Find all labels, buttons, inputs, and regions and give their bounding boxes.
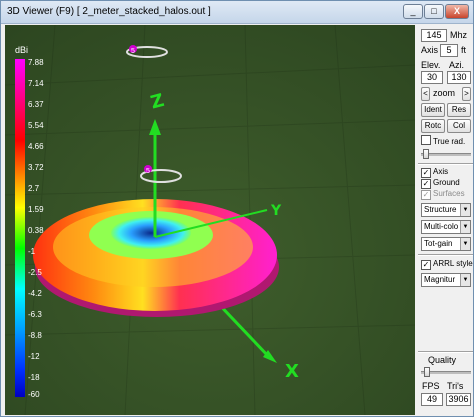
minimize-button[interactable]: _ bbox=[403, 4, 423, 19]
quality-label: Quality bbox=[428, 355, 457, 365]
arrl-style-checkbox[interactable]: ✓ ARRL style bbox=[421, 259, 473, 270]
scale-value: 3.72 bbox=[28, 163, 44, 172]
azimuth-input[interactable]: 130 bbox=[447, 71, 471, 84]
zoom-in-button[interactable]: > bbox=[462, 87, 471, 101]
frequency-input[interactable]: 145 bbox=[421, 29, 447, 42]
color-mode-select[interactable]: Multi-colo ▼ bbox=[421, 220, 471, 234]
surfaces-checkbox[interactable]: ✓ Surfaces bbox=[421, 189, 465, 200]
slider-thumb[interactable] bbox=[424, 367, 430, 377]
scale-value: 1.59 bbox=[28, 205, 44, 214]
true-rad-box[interactable] bbox=[421, 135, 431, 145]
axis-length-label: Axis bbox=[421, 45, 439, 55]
color-mode-value: Multi-colo bbox=[424, 222, 459, 231]
chevron-down-icon: ▼ bbox=[460, 221, 470, 233]
viewer-window: 3D Viewer (F9) [ 2_meter_stacked_halos.o… bbox=[0, 0, 474, 417]
axis-length-unit: ft bbox=[461, 45, 467, 55]
true-rad-label: True rad. bbox=[433, 137, 466, 146]
elevation-input[interactable]: 30 bbox=[421, 71, 443, 84]
col-button[interactable]: Col bbox=[447, 119, 471, 133]
scale-value: 7.14 bbox=[28, 79, 44, 88]
structure-select[interactable]: Structure ▼ bbox=[421, 203, 471, 217]
maximize-button[interactable]: □ bbox=[424, 4, 444, 19]
zoom-label: zoom bbox=[433, 88, 456, 98]
scale-value: -18 bbox=[28, 373, 40, 382]
chevron-down-icon: ▼ bbox=[460, 238, 470, 250]
tris-label: Tri's bbox=[447, 381, 464, 391]
control-panel: 145 Mhz Axis 5 ft Elev. Azi. 30 130 < zo… bbox=[418, 25, 473, 415]
chevron-down-icon: ▼ bbox=[460, 204, 470, 216]
scale-value: -2.5 bbox=[28, 268, 42, 277]
title-bar[interactable]: 3D Viewer (F9) [ 2_meter_stacked_halos.o… bbox=[1, 1, 473, 24]
zoom-out-button[interactable]: < bbox=[421, 87, 430, 101]
axis-checkbox-label: Axis bbox=[433, 167, 449, 176]
ground-checkbox[interactable]: ✓ Ground bbox=[421, 178, 460, 189]
axis-length-input[interactable]: 5 bbox=[440, 44, 458, 57]
lower-halo-marker: 5 bbox=[146, 168, 150, 175]
close-button[interactable]: X bbox=[445, 4, 469, 19]
separator bbox=[418, 254, 473, 256]
ground-checkbox-label: Ground bbox=[433, 178, 460, 187]
elevation-label: Elev. bbox=[421, 60, 441, 70]
scene: Z Y X 5 5 bbox=[5, 25, 415, 415]
arrl-style-box[interactable]: ✓ bbox=[421, 260, 431, 270]
scale-value: -6.3 bbox=[28, 310, 42, 319]
scale-value: 0.38 bbox=[28, 226, 44, 235]
arrl-style-label: ARRL style bbox=[433, 259, 473, 268]
surfaces-check-box[interactable]: ✓ bbox=[421, 190, 431, 200]
quality-slider[interactable] bbox=[421, 367, 471, 377]
fps-value: 49 bbox=[421, 393, 443, 406]
axis-checkbox[interactable]: ✓ Axis bbox=[421, 167, 448, 178]
x-axis-label: X bbox=[285, 361, 299, 382]
scale-value: -4.2 bbox=[28, 289, 42, 298]
axis-check-box[interactable]: ✓ bbox=[421, 168, 431, 178]
frequency-unit: Mhz bbox=[450, 30, 468, 40]
scale-bar bbox=[15, 59, 25, 397]
fps-label: FPS bbox=[422, 381, 440, 391]
gain-type-select[interactable]: Tot-gain ▼ bbox=[421, 237, 471, 251]
chevron-down-icon: ▼ bbox=[460, 274, 470, 286]
true-rad-slider[interactable] bbox=[421, 149, 471, 159]
scale-value: -1 bbox=[28, 247, 36, 256]
window-title: 3D Viewer (F9) [ 2_meter_stacked_halos.o… bbox=[7, 6, 211, 17]
upper-halo-marker: 5 bbox=[131, 48, 135, 55]
res-button[interactable]: Res bbox=[447, 103, 471, 117]
scale-value: 6.37 bbox=[28, 100, 44, 109]
tris-value: 3906 bbox=[446, 393, 471, 406]
scale-value: 5.54 bbox=[28, 121, 44, 130]
scale-unit: dBi bbox=[15, 45, 29, 55]
azimuth-label: Azi. bbox=[449, 60, 465, 70]
scale-value: 2.7 bbox=[28, 184, 40, 193]
scale-value: 7.88 bbox=[28, 58, 44, 67]
y-axis-label: Y bbox=[270, 203, 282, 219]
surfaces-checkbox-label: Surfaces bbox=[433, 189, 465, 198]
magnitude-select[interactable]: Magnitur ▼ bbox=[421, 273, 471, 287]
separator bbox=[418, 163, 473, 165]
separator bbox=[418, 351, 473, 353]
scale-value: -60 bbox=[28, 390, 40, 399]
scale-value: 4.66 bbox=[28, 142, 44, 151]
scale-value: -12 bbox=[28, 352, 40, 361]
3d-viewport[interactable]: Z Y X 5 5 dBi 7.88 7.14 6.37 5.54 4.66 3… bbox=[5, 25, 415, 415]
slider-thumb[interactable] bbox=[423, 149, 429, 159]
structure-select-value: Structure bbox=[424, 205, 457, 214]
ident-button[interactable]: Ident bbox=[421, 103, 445, 117]
magnitude-value: Magnitur bbox=[424, 275, 456, 284]
true-rad-checkbox[interactable]: True rad. bbox=[421, 135, 465, 146]
scale-value: -8.8 bbox=[28, 331, 42, 340]
ground-check-box[interactable]: ✓ bbox=[421, 179, 431, 189]
gain-type-value: Tot-gain bbox=[424, 239, 453, 248]
rotc-button[interactable]: Rotc bbox=[421, 119, 445, 133]
